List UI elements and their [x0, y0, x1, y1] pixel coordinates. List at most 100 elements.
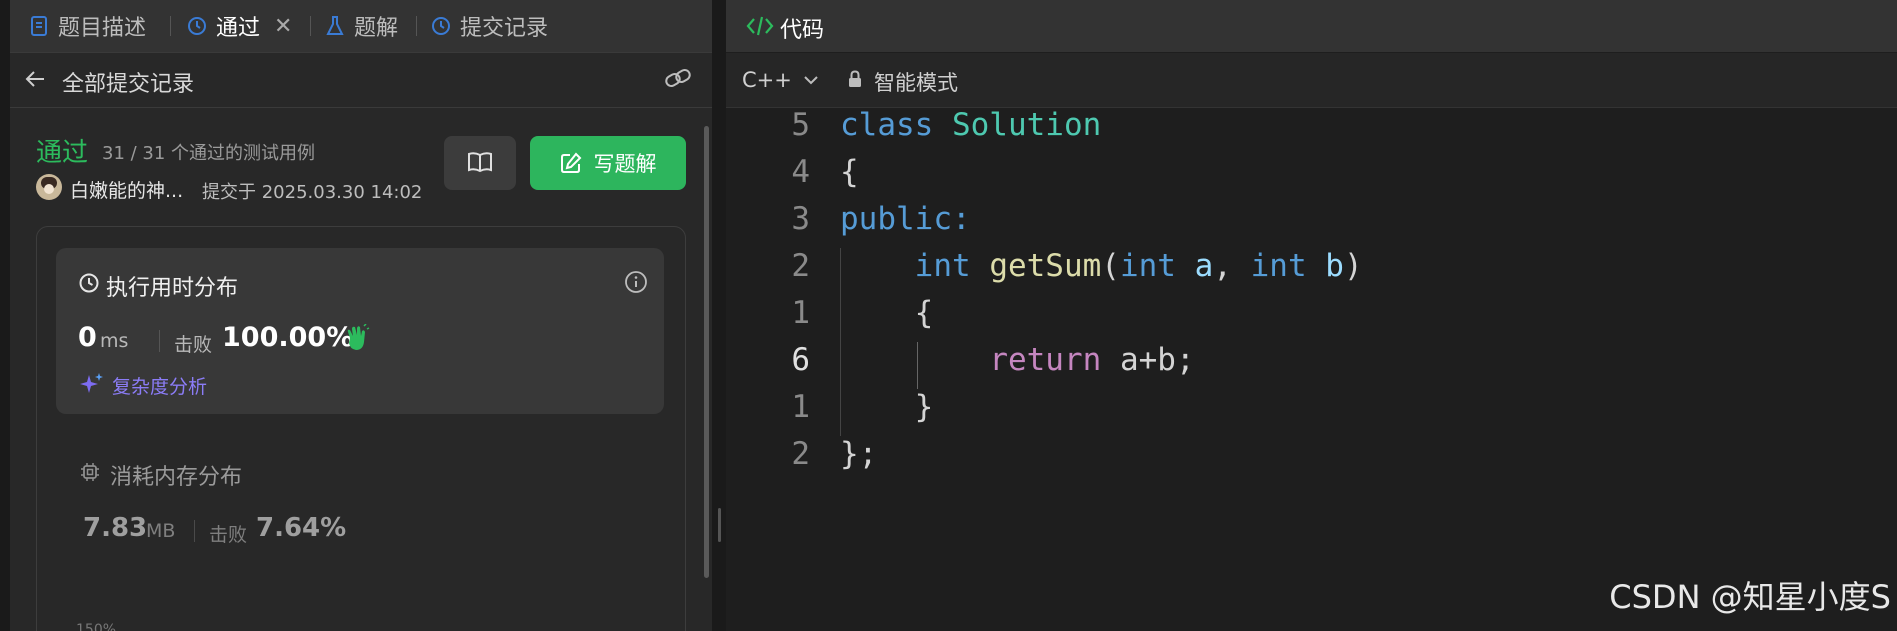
submission-panel: 题目描述 通过 ✕ 题解 提交记录 全部提交记录 通过 31 / 31 个通过的…	[10, 0, 712, 631]
code-token: {	[840, 295, 934, 331]
submission-header: 全部提交记录	[10, 53, 712, 108]
back-to-all-submissions[interactable]: 全部提交记录	[62, 66, 194, 98]
code-token: return	[989, 342, 1120, 378]
code-token: a	[1194, 248, 1214, 284]
code-token: (	[1101, 248, 1120, 284]
stat-divider	[159, 330, 160, 352]
memory-beats-label: 击败	[209, 524, 248, 546]
code-line: {	[840, 154, 859, 190]
code-line: };	[840, 436, 877, 472]
tab-description[interactable]: 题目描述	[28, 0, 146, 52]
runtime-beats: 100.00%	[222, 322, 354, 353]
tab-solutions-label: 题解	[354, 16, 399, 41]
back-arrow-icon[interactable]	[24, 67, 48, 91]
lock-icon	[849, 70, 861, 87]
history-icon	[432, 17, 450, 35]
runtime-value: 0	[78, 322, 97, 353]
tab-passed-label: 通过	[216, 16, 261, 41]
code-token: int	[1119, 248, 1195, 284]
runtime-box[interactable]: 执行用时分布 0 ms 击败 100.00% 复杂度分析	[56, 248, 664, 414]
chart-axis-tick: 150%	[76, 622, 117, 631]
line-number: 6	[791, 342, 810, 378]
tab-solutions[interactable]: 题解	[324, 0, 398, 52]
watermark: CSDN @知星小度S	[1609, 578, 1891, 616]
memory-beats: 7.64%	[256, 513, 347, 543]
info-icon[interactable]	[624, 270, 648, 294]
clock-icon	[79, 273, 99, 293]
code-token: int	[1250, 248, 1326, 284]
code-token: ,	[1213, 248, 1251, 284]
line-number: 1	[791, 295, 810, 331]
code-icon	[746, 16, 774, 36]
smart-mode-toggle[interactable]: 智能模式	[874, 67, 958, 97]
code-line: return a+b;	[840, 342, 1195, 378]
link-icon[interactable]	[664, 67, 692, 91]
scrollbar[interactable]	[704, 126, 709, 578]
line-number: 2	[791, 436, 810, 472]
code-line: }	[840, 389, 934, 425]
memory-unit: MB	[146, 520, 176, 542]
language-label: C++	[742, 68, 792, 92]
code-token: Solution	[951, 107, 1102, 143]
write-solution-label: 写题解	[593, 152, 657, 176]
status-passed: 通过	[36, 138, 89, 168]
close-icon[interactable]: ✕	[274, 14, 292, 39]
avatar[interactable]	[36, 174, 62, 200]
sparkle-icon	[80, 373, 103, 393]
code-token: )	[1343, 248, 1363, 284]
line-number: 3	[791, 201, 810, 237]
runtime-unit: ms	[100, 330, 129, 352]
problem-tabs: 题目描述 通过 ✕ 题解 提交记录	[10, 0, 712, 53]
line-number: 2	[791, 248, 810, 284]
document-icon	[31, 16, 47, 36]
resize-handle[interactable]	[718, 508, 721, 542]
code-line: public:	[840, 201, 971, 237]
code-line: int getSum(int a, int b)	[840, 248, 1363, 284]
edit-icon	[560, 152, 581, 173]
indent-guide	[917, 342, 918, 389]
tab-submissions-label: 提交记录	[460, 16, 549, 41]
history-icon	[188, 17, 206, 35]
complexity-analysis-link[interactable]: 复杂度分析	[112, 372, 207, 399]
chevron-down-icon	[804, 76, 818, 85]
submitted-time: 提交于 2025.03.30 14:02	[202, 182, 423, 203]
read-notes-button[interactable]	[444, 136, 516, 190]
tab-passed[interactable]: 通过 ✕	[186, 0, 292, 52]
memory-value: 7.83	[83, 513, 148, 543]
runtime-title: 执行用时分布	[106, 276, 239, 301]
tab-divider	[416, 16, 417, 36]
tab-divider	[170, 16, 171, 36]
flask-icon	[326, 16, 344, 35]
chip-icon	[81, 463, 99, 481]
code-editor[interactable]: 5 4 3 2 1 6 1 2 class Solution {public: int getSu…	[726, 107, 1897, 631]
code-token: a+b;	[1119, 342, 1195, 378]
line-number: 1	[791, 389, 810, 425]
code-panel: 代码 C++ 智能模式 5 4 3 2 1 6 1 2 class Solution {publi…	[726, 0, 1897, 631]
clap-icon	[347, 324, 370, 350]
code-line: {	[840, 295, 934, 331]
tab-divider	[310, 16, 311, 36]
runtime-beats-label: 击败	[174, 334, 213, 356]
code-token: };	[840, 436, 878, 472]
code-token: {	[840, 154, 859, 190]
stat-divider	[194, 520, 195, 542]
code-tab-bar: 代码	[726, 0, 1897, 52]
code-token: class	[840, 107, 952, 143]
code-token: int	[914, 248, 990, 284]
book-icon	[468, 152, 492, 173]
language-select[interactable]: C++	[742, 53, 820, 107]
code-token: getSum	[989, 248, 1102, 284]
indent-guide	[840, 248, 841, 436]
memory-title: 消耗内存分布	[110, 465, 243, 490]
code-token: public:	[840, 201, 971, 237]
username[interactable]: 白嫩能的神...	[70, 176, 183, 203]
tab-submissions[interactable]: 提交记录	[430, 0, 548, 52]
code-token: b	[1325, 248, 1344, 284]
code-tab-title[interactable]: 代码	[780, 12, 824, 44]
tab-description-label: 题目描述	[58, 16, 147, 41]
code-token: }	[840, 389, 934, 425]
line-number: 4	[791, 154, 810, 190]
write-solution-button[interactable]: 写题解	[530, 136, 686, 190]
